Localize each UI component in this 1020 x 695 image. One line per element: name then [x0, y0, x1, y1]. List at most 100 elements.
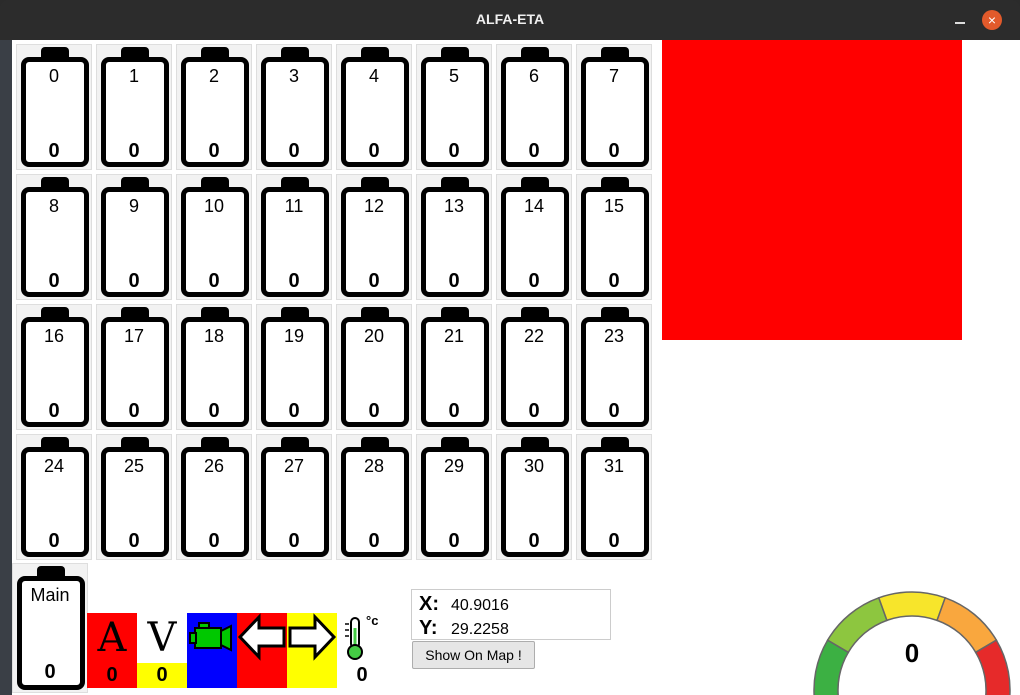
battery-cell: 10 0	[176, 174, 252, 300]
battery-cell: 19 0	[256, 304, 332, 430]
battery-cap	[37, 566, 65, 576]
battery-value: 0	[608, 400, 620, 422]
battery-id: 7	[608, 66, 619, 86]
battery-cell: 10	[96, 44, 172, 170]
battery-cell: 90	[96, 174, 172, 300]
battery-value: 0	[48, 270, 60, 292]
voltage-value: 0	[137, 663, 187, 688]
battery-cap	[601, 437, 629, 447]
battery-value: 0	[448, 400, 460, 422]
y-row: Y: 29.2258	[419, 617, 509, 640]
speed-gauge: 0	[812, 590, 1012, 695]
x-label: X:	[419, 593, 439, 615]
battery-cell: 31 0	[576, 434, 652, 560]
battery-cell: 80	[16, 174, 92, 300]
battery-cap	[281, 177, 309, 187]
battery-cell: 11 0	[256, 174, 332, 300]
battery-id: 2	[208, 66, 219, 86]
battery-cap	[41, 437, 69, 447]
battery-value: 0	[48, 400, 60, 422]
battery-id: 16	[43, 326, 65, 346]
battery-cell: 14 0	[496, 174, 572, 300]
battery-id: 1	[128, 66, 139, 86]
battery-cap	[121, 437, 149, 447]
battery-id: 13	[443, 196, 465, 216]
battery-value: 0	[208, 140, 220, 162]
current-value: 0	[87, 663, 137, 688]
battery-cap	[601, 307, 629, 317]
battery-cap	[281, 47, 309, 57]
battery-cap	[281, 307, 309, 317]
battery-id: 10	[203, 196, 225, 216]
battery-value: 0	[448, 530, 460, 552]
battery-value: 0	[608, 530, 620, 552]
battery-id: 11	[284, 196, 304, 216]
voltage-letter: V	[137, 613, 187, 663]
battery-cell: 00	[16, 44, 92, 170]
y-value: 29.2258	[451, 621, 509, 638]
battery-id: 31	[603, 456, 625, 476]
battery-id: 17	[123, 326, 145, 346]
status-indicator	[662, 40, 962, 340]
show-on-map-button[interactable]: Show On Map !	[412, 641, 535, 669]
x-row: X: 40.9016	[419, 593, 509, 616]
position-readout: X: 40.9016 Y: 29.2258	[411, 589, 611, 640]
battery-cap	[201, 47, 229, 57]
battery-cap	[601, 177, 629, 187]
battery-id: 24	[43, 456, 65, 476]
battery-cell: 15 0	[576, 174, 652, 300]
engine-icon	[189, 622, 232, 652]
battery-id: 14	[523, 196, 545, 216]
battery-id: 29	[443, 456, 465, 476]
battery-value: 0	[448, 270, 460, 292]
battery-cell: 16 0	[16, 304, 92, 430]
battery-value: 0	[608, 270, 620, 292]
battery-cell: 20	[176, 44, 252, 170]
battery-cap	[361, 47, 389, 57]
battery-value: 0	[608, 140, 620, 162]
battery-cell: 20 0	[336, 304, 412, 430]
battery-cell: 17 0	[96, 304, 172, 430]
battery-value: 0	[288, 140, 300, 162]
app-content: 0 0 1 0 2 0 3 0 4 0 5 0 6 0 7 0 8 0 9 0 10 0 11 0 12 0 13 0 14 0 15 0 16…	[12, 40, 1020, 695]
arrow-left-icon	[237, 613, 286, 661]
close-button[interactable]: ×	[982, 10, 1002, 30]
battery-value: 0	[208, 530, 220, 552]
main-battery-value: 0	[44, 661, 56, 683]
battery-id: 22	[523, 326, 545, 346]
battery-value: 0	[128, 140, 140, 162]
battery-value: 0	[528, 140, 540, 162]
battery-id: 8	[48, 196, 59, 216]
voltage-tile: V 0	[137, 613, 187, 688]
current-tile: A 0	[87, 613, 137, 688]
battery-cell: 40	[336, 44, 412, 170]
battery-value: 0	[288, 400, 300, 422]
battery-id: 28	[363, 456, 385, 476]
battery-id: 12	[363, 196, 385, 216]
battery-id: 4	[368, 66, 379, 86]
battery-cap	[201, 307, 229, 317]
battery-cap	[41, 47, 69, 57]
battery-cell: 28 0	[336, 434, 412, 560]
battery-cap	[41, 177, 69, 187]
battery-cap	[441, 47, 469, 57]
arrow-right-icon	[288, 613, 337, 661]
battery-id: 21	[443, 326, 465, 346]
battery-cell: 30 0	[496, 434, 572, 560]
battery-cap	[521, 437, 549, 447]
battery-id: 5	[448, 66, 459, 86]
minimize-button[interactable]	[950, 10, 970, 30]
battery-value: 0	[128, 530, 140, 552]
battery-value: 0	[128, 400, 140, 422]
battery-cell: 50	[416, 44, 492, 170]
battery-cell: 24 0	[16, 434, 92, 560]
battery-value: 0	[48, 530, 60, 552]
battery-value: 0	[528, 530, 540, 552]
minimize-icon	[955, 22, 965, 24]
battery-cap	[521, 307, 549, 317]
battery-id: 30	[523, 456, 545, 476]
x-value: 40.9016	[451, 597, 509, 614]
battery-cap	[521, 47, 549, 57]
battery-cap	[441, 177, 469, 187]
battery-cap	[441, 437, 469, 447]
